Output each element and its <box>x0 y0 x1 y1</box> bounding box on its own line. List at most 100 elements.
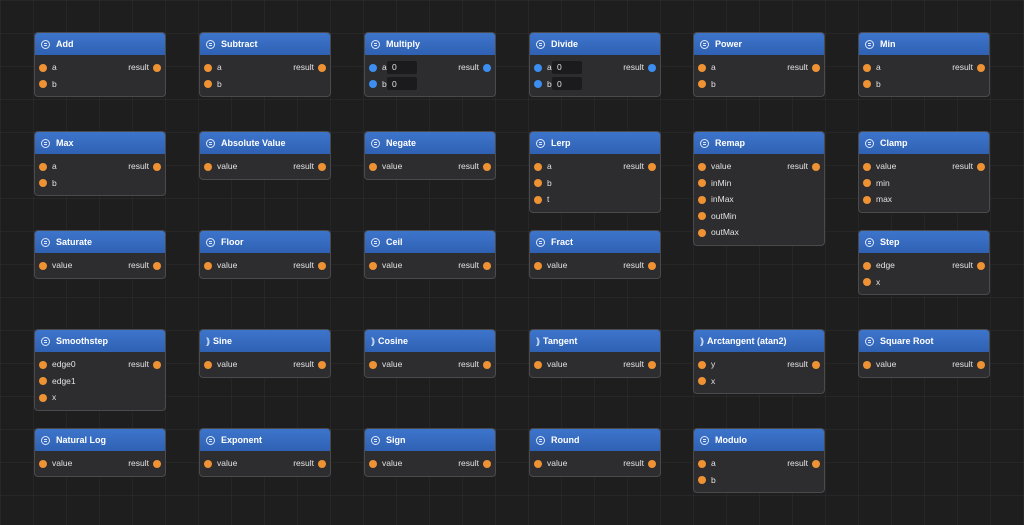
output-port-result[interactable] <box>318 459 326 468</box>
input-port-value[interactable] <box>204 261 212 270</box>
input-port-inMax[interactable] <box>698 195 706 204</box>
node-add[interactable]: Add a result b <box>34 32 166 97</box>
node-natural-log[interactable]: Natural Log value result <box>34 428 166 477</box>
node-header[interactable]: Fract <box>530 231 660 253</box>
node-divide[interactable]: Divide aresultb <box>529 32 661 97</box>
node-ceil[interactable]: Ceil value result <box>364 230 496 279</box>
node-header[interactable]: Subtract <box>200 33 330 55</box>
output-port-result[interactable] <box>483 162 491 171</box>
node-header[interactable]: Absolute Value <box>200 132 330 154</box>
node-header[interactable]: Sign <box>365 429 495 451</box>
input-port-y[interactable] <box>698 360 706 369</box>
output-port-result[interactable] <box>153 261 161 270</box>
output-port-result[interactable] <box>318 162 326 171</box>
input-port-b[interactable] <box>39 80 47 88</box>
node-power[interactable]: Power a result b <box>693 32 825 97</box>
output-port-result[interactable] <box>648 459 656 468</box>
node-exponent[interactable]: Exponent value result <box>199 428 331 477</box>
input-port-value[interactable] <box>369 360 377 369</box>
input-port-outMin[interactable] <box>698 212 706 220</box>
input-port-b[interactable] <box>534 80 542 88</box>
node-header[interactable]: Modulo <box>694 429 824 451</box>
output-port-result[interactable] <box>153 360 161 369</box>
node-header[interactable]: Clamp <box>859 132 989 154</box>
node-header[interactable]: Ceil <box>365 231 495 253</box>
node-clamp[interactable]: Clamp value result min max <box>858 131 990 213</box>
output-port-result[interactable] <box>318 63 326 72</box>
input-port-a[interactable] <box>39 162 47 171</box>
input-port-value[interactable] <box>204 459 212 468</box>
node-header[interactable]: Square Root <box>859 330 989 352</box>
output-port-result[interactable] <box>483 360 491 369</box>
node-negate[interactable]: Negate value result <box>364 131 496 180</box>
node-fract[interactable]: Fract value result <box>529 230 661 279</box>
output-port-result[interactable] <box>812 459 820 468</box>
value-input-a[interactable] <box>387 60 417 74</box>
input-port-value[interactable] <box>863 162 871 171</box>
node-sign[interactable]: Sign value result <box>364 428 496 477</box>
input-port-value[interactable] <box>863 360 871 369</box>
output-port-result[interactable] <box>318 261 326 270</box>
input-port-a[interactable] <box>534 63 542 72</box>
output-port-result[interactable] <box>648 63 656 72</box>
input-port-a[interactable] <box>369 63 377 72</box>
input-port-a[interactable] <box>204 63 212 72</box>
input-port-x[interactable] <box>698 377 706 385</box>
node-header[interactable]: Floor <box>200 231 330 253</box>
output-port-result[interactable] <box>648 360 656 369</box>
node-header[interactable]: Lerp <box>530 132 660 154</box>
node-header[interactable]: Round <box>530 429 660 451</box>
node-header[interactable]: )) Sine <box>200 330 330 352</box>
input-port-edge0[interactable] <box>39 360 47 369</box>
input-port-b[interactable] <box>698 476 706 484</box>
node-header[interactable]: Negate <box>365 132 495 154</box>
input-port-value[interactable] <box>698 162 706 171</box>
input-port-a[interactable] <box>39 63 47 72</box>
node-tangent[interactable]: )) Tangent value result <box>529 329 661 378</box>
input-port-b[interactable] <box>863 80 871 88</box>
node-header[interactable]: )) Tangent <box>530 330 660 352</box>
output-port-result[interactable] <box>483 63 491 72</box>
output-port-result[interactable] <box>812 360 820 369</box>
node-min[interactable]: Min a result b <box>858 32 990 97</box>
node-multiply[interactable]: Multiply aresultb <box>364 32 496 97</box>
node-max[interactable]: Max a result b <box>34 131 166 196</box>
node-remap[interactable]: Remap value result inMin inMax outMin outMax <box>693 131 825 246</box>
node-header[interactable]: )) Cosine <box>365 330 495 352</box>
node-header[interactable]: Saturate <box>35 231 165 253</box>
input-port-value[interactable] <box>204 360 212 369</box>
output-port-result[interactable] <box>153 63 161 72</box>
node-modulo[interactable]: Modulo a result b <box>693 428 825 493</box>
input-port-value[interactable] <box>369 162 377 171</box>
input-port-edge1[interactable] <box>39 377 47 385</box>
input-port-a[interactable] <box>698 459 706 468</box>
node-header[interactable]: Step <box>859 231 989 253</box>
node-floor[interactable]: Floor value result <box>199 230 331 279</box>
input-port-outMax[interactable] <box>698 228 706 237</box>
node-lerp[interactable]: Lerp a result b t <box>529 131 661 213</box>
node-header[interactable]: Add <box>35 33 165 55</box>
node-header[interactable]: Smoothstep <box>35 330 165 352</box>
node-arctangent[interactable]: )) Arctangent (atan2) y result x <box>693 329 825 394</box>
output-port-result[interactable] <box>812 162 820 171</box>
output-port-result[interactable] <box>977 261 985 270</box>
output-port-result[interactable] <box>153 162 161 171</box>
input-port-value[interactable] <box>534 360 542 369</box>
input-port-b[interactable] <box>698 80 706 88</box>
node-header[interactable]: Exponent <box>200 429 330 451</box>
node-header[interactable]: Max <box>35 132 165 154</box>
input-port-edge[interactable] <box>863 261 871 270</box>
node-header[interactable]: Divide <box>530 33 660 55</box>
output-port-result[interactable] <box>483 261 491 270</box>
output-port-result[interactable] <box>812 63 820 72</box>
input-port-value[interactable] <box>204 162 212 171</box>
input-port-a[interactable] <box>863 63 871 72</box>
input-port-inMin[interactable] <box>698 179 706 187</box>
output-port-result[interactable] <box>977 360 985 369</box>
output-port-result[interactable] <box>648 261 656 270</box>
input-port-b[interactable] <box>369 80 377 88</box>
node-square-root[interactable]: Square Root value result <box>858 329 990 378</box>
output-port-result[interactable] <box>648 162 656 171</box>
node-header[interactable]: )) Arctangent (atan2) <box>694 330 824 352</box>
output-port-result[interactable] <box>318 360 326 369</box>
